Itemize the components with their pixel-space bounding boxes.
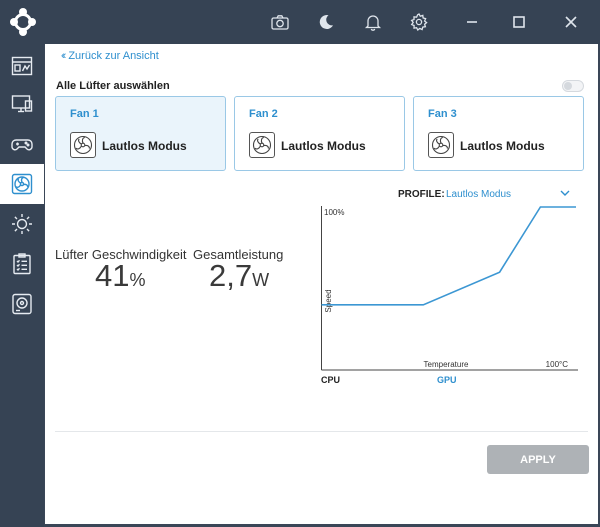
select-all-toggle[interactable] [562, 80, 584, 92]
profile-select[interactable]: Lautlos Modus [446, 189, 511, 200]
fan-speed-unit: % [129, 270, 146, 290]
gpu-source-label[interactable]: GPU [437, 375, 457, 385]
fan-curve-svg: 100% 100°C Temperature Speed [321, 206, 578, 371]
bell-icon[interactable] [363, 12, 383, 32]
sidebar-item-storage[interactable] [0, 284, 44, 324]
disk-icon [10, 292, 34, 316]
x-axis-label: Temperature [424, 360, 469, 369]
total-power-number: 2,7 [209, 258, 253, 293]
sidebar-item-gaming[interactable] [0, 124, 44, 164]
logo-icon [9, 8, 37, 36]
monitor-icon [10, 92, 34, 116]
fan-icon [249, 132, 275, 158]
fan-card-mode: Lautlos Modus [281, 139, 366, 153]
main-content: ‹‹ Zurück zur Ansicht Alle Lüfter auswäh… [45, 44, 598, 524]
sidebar [0, 44, 44, 527]
maximize-icon[interactable] [509, 12, 529, 32]
toggle-knob [564, 82, 572, 90]
title-bar [0, 0, 600, 44]
sun-icon [10, 212, 34, 236]
fan-card-mode: Lautlos Modus [460, 139, 545, 153]
dashboard-icon [10, 54, 34, 78]
back-link[interactable]: ‹‹ Zurück zur Ansicht [61, 50, 159, 62]
minimize-icon[interactable] [462, 12, 482, 32]
sidebar-item-tasks[interactable] [0, 244, 44, 284]
y-tick-label: 100% [324, 208, 344, 217]
fan-speed-value: 41% [95, 258, 146, 294]
fan-card-mode: Lautlos Modus [102, 139, 187, 153]
chevron-down-icon[interactable] [559, 187, 571, 199]
moon-icon[interactable] [316, 12, 336, 32]
apply-button[interactable]: APPLY [487, 445, 589, 474]
sidebar-item-lighting[interactable] [0, 204, 44, 244]
fan-icon [10, 172, 34, 196]
sidebar-item-monitor[interactable] [0, 84, 44, 124]
cpu-source-label[interactable]: CPU [321, 375, 340, 385]
fan-card-title: Fan 2 [249, 108, 278, 120]
fan-icon [428, 132, 454, 158]
fan-card-title: Fan 3 [428, 108, 457, 120]
checklist-icon [10, 252, 34, 276]
profile-label: PROFILE: [398, 189, 445, 200]
sidebar-item-dashboard[interactable] [0, 46, 44, 86]
gamepad-icon [10, 132, 34, 156]
fan-card-2[interactable]: Fan 2 Lautlos Modus [234, 96, 405, 171]
total-power-value: 2,7W [209, 258, 269, 294]
camera-icon[interactable] [270, 12, 290, 32]
select-all-label: Alle Lüfter auswählen [56, 80, 170, 92]
fan-icon [70, 132, 96, 158]
fan-speed-number: 41 [95, 258, 130, 293]
double-chevron-left-icon: ‹‹ [61, 50, 67, 62]
y-axis-label: Speed [324, 289, 333, 312]
back-link-label: Zurück zur Ansicht [68, 50, 159, 62]
gear-icon[interactable] [409, 12, 429, 32]
fan-card-3[interactable]: Fan 3 Lautlos Modus [413, 96, 584, 171]
fan-card-title: Fan 1 [70, 108, 99, 120]
x-tick-label: 100°C [546, 360, 569, 369]
sidebar-item-fans[interactable] [0, 164, 44, 204]
fan-curve-chart[interactable]: 100% 100°C Temperature Speed [320, 204, 580, 374]
fan-card-1[interactable]: Fan 1 Lautlos Modus [55, 96, 226, 171]
close-icon[interactable] [561, 12, 581, 32]
total-power-unit: W [252, 270, 270, 290]
fan-curve-line[interactable] [321, 206, 577, 306]
divider [55, 431, 588, 432]
